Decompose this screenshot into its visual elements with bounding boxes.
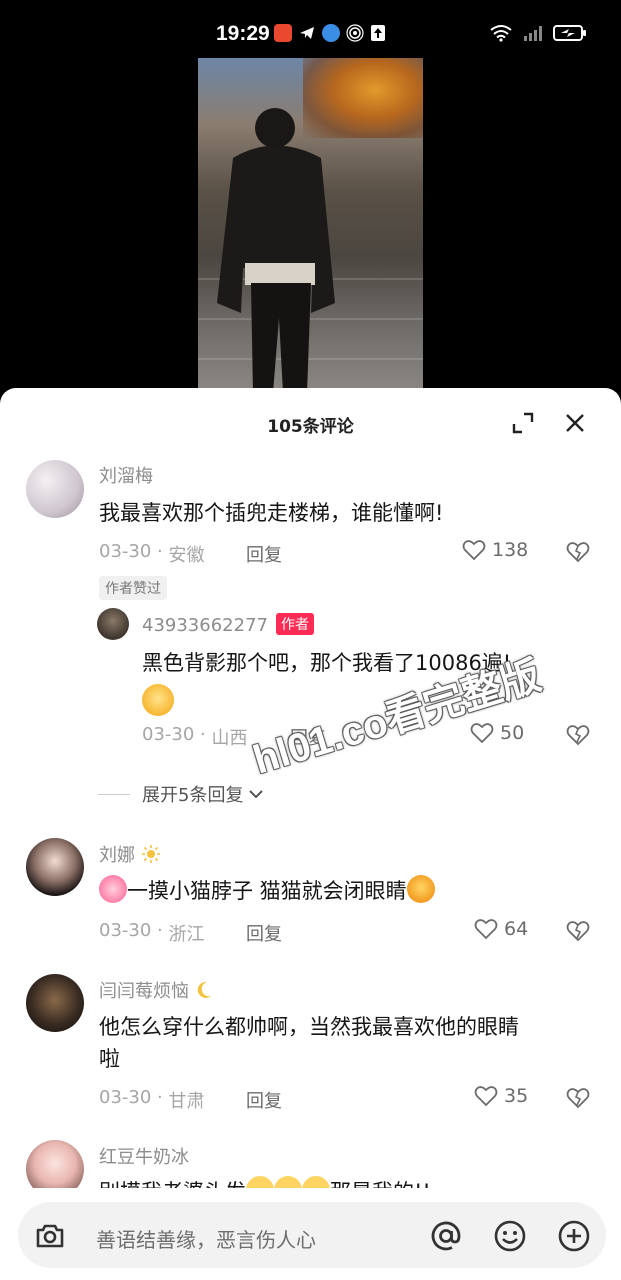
avatar[interactable] [97, 608, 129, 640]
browser-notification-icon [322, 24, 340, 42]
pleading-face-emoji-icon [142, 684, 174, 716]
like-button[interactable]: 50 [470, 722, 524, 744]
comment-author-name[interactable]: 刘娜 [99, 841, 161, 867]
comment-sheet: 105条评论 刘溜梅 我最喜欢那个插兜走楼梯，谁能懂啊! 03-30 · 安徽 … [0, 388, 621, 1280]
upload-icon [371, 25, 385, 41]
like-count: 50 [500, 722, 525, 744]
comment-date: 03-30 [99, 1087, 152, 1108]
comment-text: 一摸小猫脖子 猫猫就会闭眼睛 [99, 874, 435, 908]
sun-icon [141, 845, 160, 863]
video-player[interactable] [0, 58, 621, 390]
comment-author-name[interactable]: 刘溜梅 [99, 462, 153, 488]
comment-date: 03-30 [99, 541, 152, 562]
comment-text: 他怎么穿什么都帅啊，当然我最喜欢他的眼睛 [99, 1015, 519, 1039]
emoji-face-icon[interactable] [492, 1218, 528, 1254]
meta-separator: · [151, 920, 169, 941]
reply-location: 山西 [211, 728, 248, 749]
input-placeholder: 善语结善缘，恶言伤人心 [96, 1228, 316, 1252]
comment-text-line2: 啦 [99, 1047, 120, 1071]
close-icon[interactable] [562, 410, 588, 436]
comment-author-name[interactable]: 红豆牛奶冰 [99, 1143, 189, 1169]
status-bar: 19:29 [0, 0, 621, 58]
heart-icon [470, 723, 494, 744]
hotspot-icon [346, 24, 364, 42]
comment-text: 我最喜欢那个插兜走楼梯，谁能懂啊! [99, 501, 444, 525]
reply-meta: 03-30 · 山西 [142, 724, 247, 750]
person-back-image [217, 108, 335, 390]
video-frame [198, 58, 423, 390]
comment-author-name[interactable]: 闫闫莓烦恼 [99, 977, 213, 1003]
status-system-icons [489, 24, 587, 42]
signal-icon [524, 26, 542, 41]
chevron-down-icon [249, 790, 264, 799]
expand-icon[interactable] [510, 410, 536, 436]
cherry-blossom-emoji-icon [99, 875, 127, 903]
reply-button[interactable]: 回复 [246, 541, 282, 567]
comment-meta: 03-30 · 浙江 [99, 920, 204, 946]
add-icon[interactable] [556, 1218, 592, 1254]
avatar[interactable] [26, 974, 84, 1032]
heart-icon [474, 919, 498, 940]
comment-input-bar: 善语结善缘，恶言伤人心 [0, 1188, 621, 1280]
reply-author-name[interactable]: 43933662277 作者 [142, 613, 314, 636]
author-liked-tag: 作者赞过 [99, 576, 167, 600]
meta-separator: · [151, 1087, 169, 1108]
crescent-moon-icon [197, 981, 211, 998]
comment-location: 安徽 [168, 545, 205, 566]
expand-replies-button[interactable]: 展开5条回复 [98, 781, 265, 807]
dislike-icon[interactable] [566, 1087, 590, 1109]
comment-date: 03-30 [99, 920, 152, 941]
like-count: 64 [504, 918, 529, 940]
avatar[interactable] [26, 460, 84, 518]
heart-icon [474, 1086, 498, 1107]
comment-sheet-header: 105条评论 [0, 388, 621, 458]
expand-replies-label: 展开5条回复 [142, 785, 244, 806]
app-notification-icon [274, 24, 292, 42]
comment-location: 浙江 [168, 924, 205, 945]
reply-date: 03-30 [142, 724, 195, 745]
expand-divider [98, 793, 130, 795]
comment-text-body: 一摸小猫脖子 猫猫就会闭眼睛 [127, 879, 407, 903]
mention-icon[interactable] [428, 1218, 464, 1254]
reply-author-id[interactable]: 43933662277 [142, 615, 268, 636]
wifi-icon [490, 25, 512, 42]
meta-separator: · [151, 541, 169, 562]
comment-input[interactable]: 善语结善缘，恶言伤人心 [18, 1202, 606, 1268]
heart-icon [462, 540, 486, 561]
comment-meta: 03-30 · 甘肃 [99, 1087, 204, 1113]
reply-button[interactable]: 回复 [246, 1087, 282, 1113]
status-time: 19:29 [216, 22, 270, 45]
author-badge: 作者 [275, 613, 314, 635]
avatar[interactable] [26, 838, 84, 896]
dislike-icon[interactable] [566, 541, 590, 563]
comment-author-id[interactable]: 刘娜 [99, 845, 135, 866]
like-count: 138 [492, 539, 529, 561]
comment-author-id[interactable]: 闫闫莓烦恼 [99, 981, 189, 1002]
reply-button[interactable]: 回复 [246, 920, 282, 946]
status-notification-icons [274, 24, 386, 42]
camera-icon[interactable] [32, 1218, 68, 1254]
heart-eyes-emoji-icon [406, 875, 435, 903]
dislike-icon[interactable] [566, 920, 590, 942]
meta-separator: · [194, 724, 212, 745]
comment-meta: 03-30 · 安徽 [99, 541, 204, 567]
like-count: 35 [504, 1085, 529, 1107]
dislike-icon[interactable] [566, 724, 590, 746]
like-button[interactable]: 138 [462, 539, 528, 561]
like-button[interactable]: 35 [474, 1085, 528, 1107]
like-button[interactable]: 64 [474, 918, 528, 940]
comment-location: 甘肃 [168, 1091, 205, 1112]
battery-icon [553, 25, 586, 41]
telegram-icon [300, 27, 314, 39]
